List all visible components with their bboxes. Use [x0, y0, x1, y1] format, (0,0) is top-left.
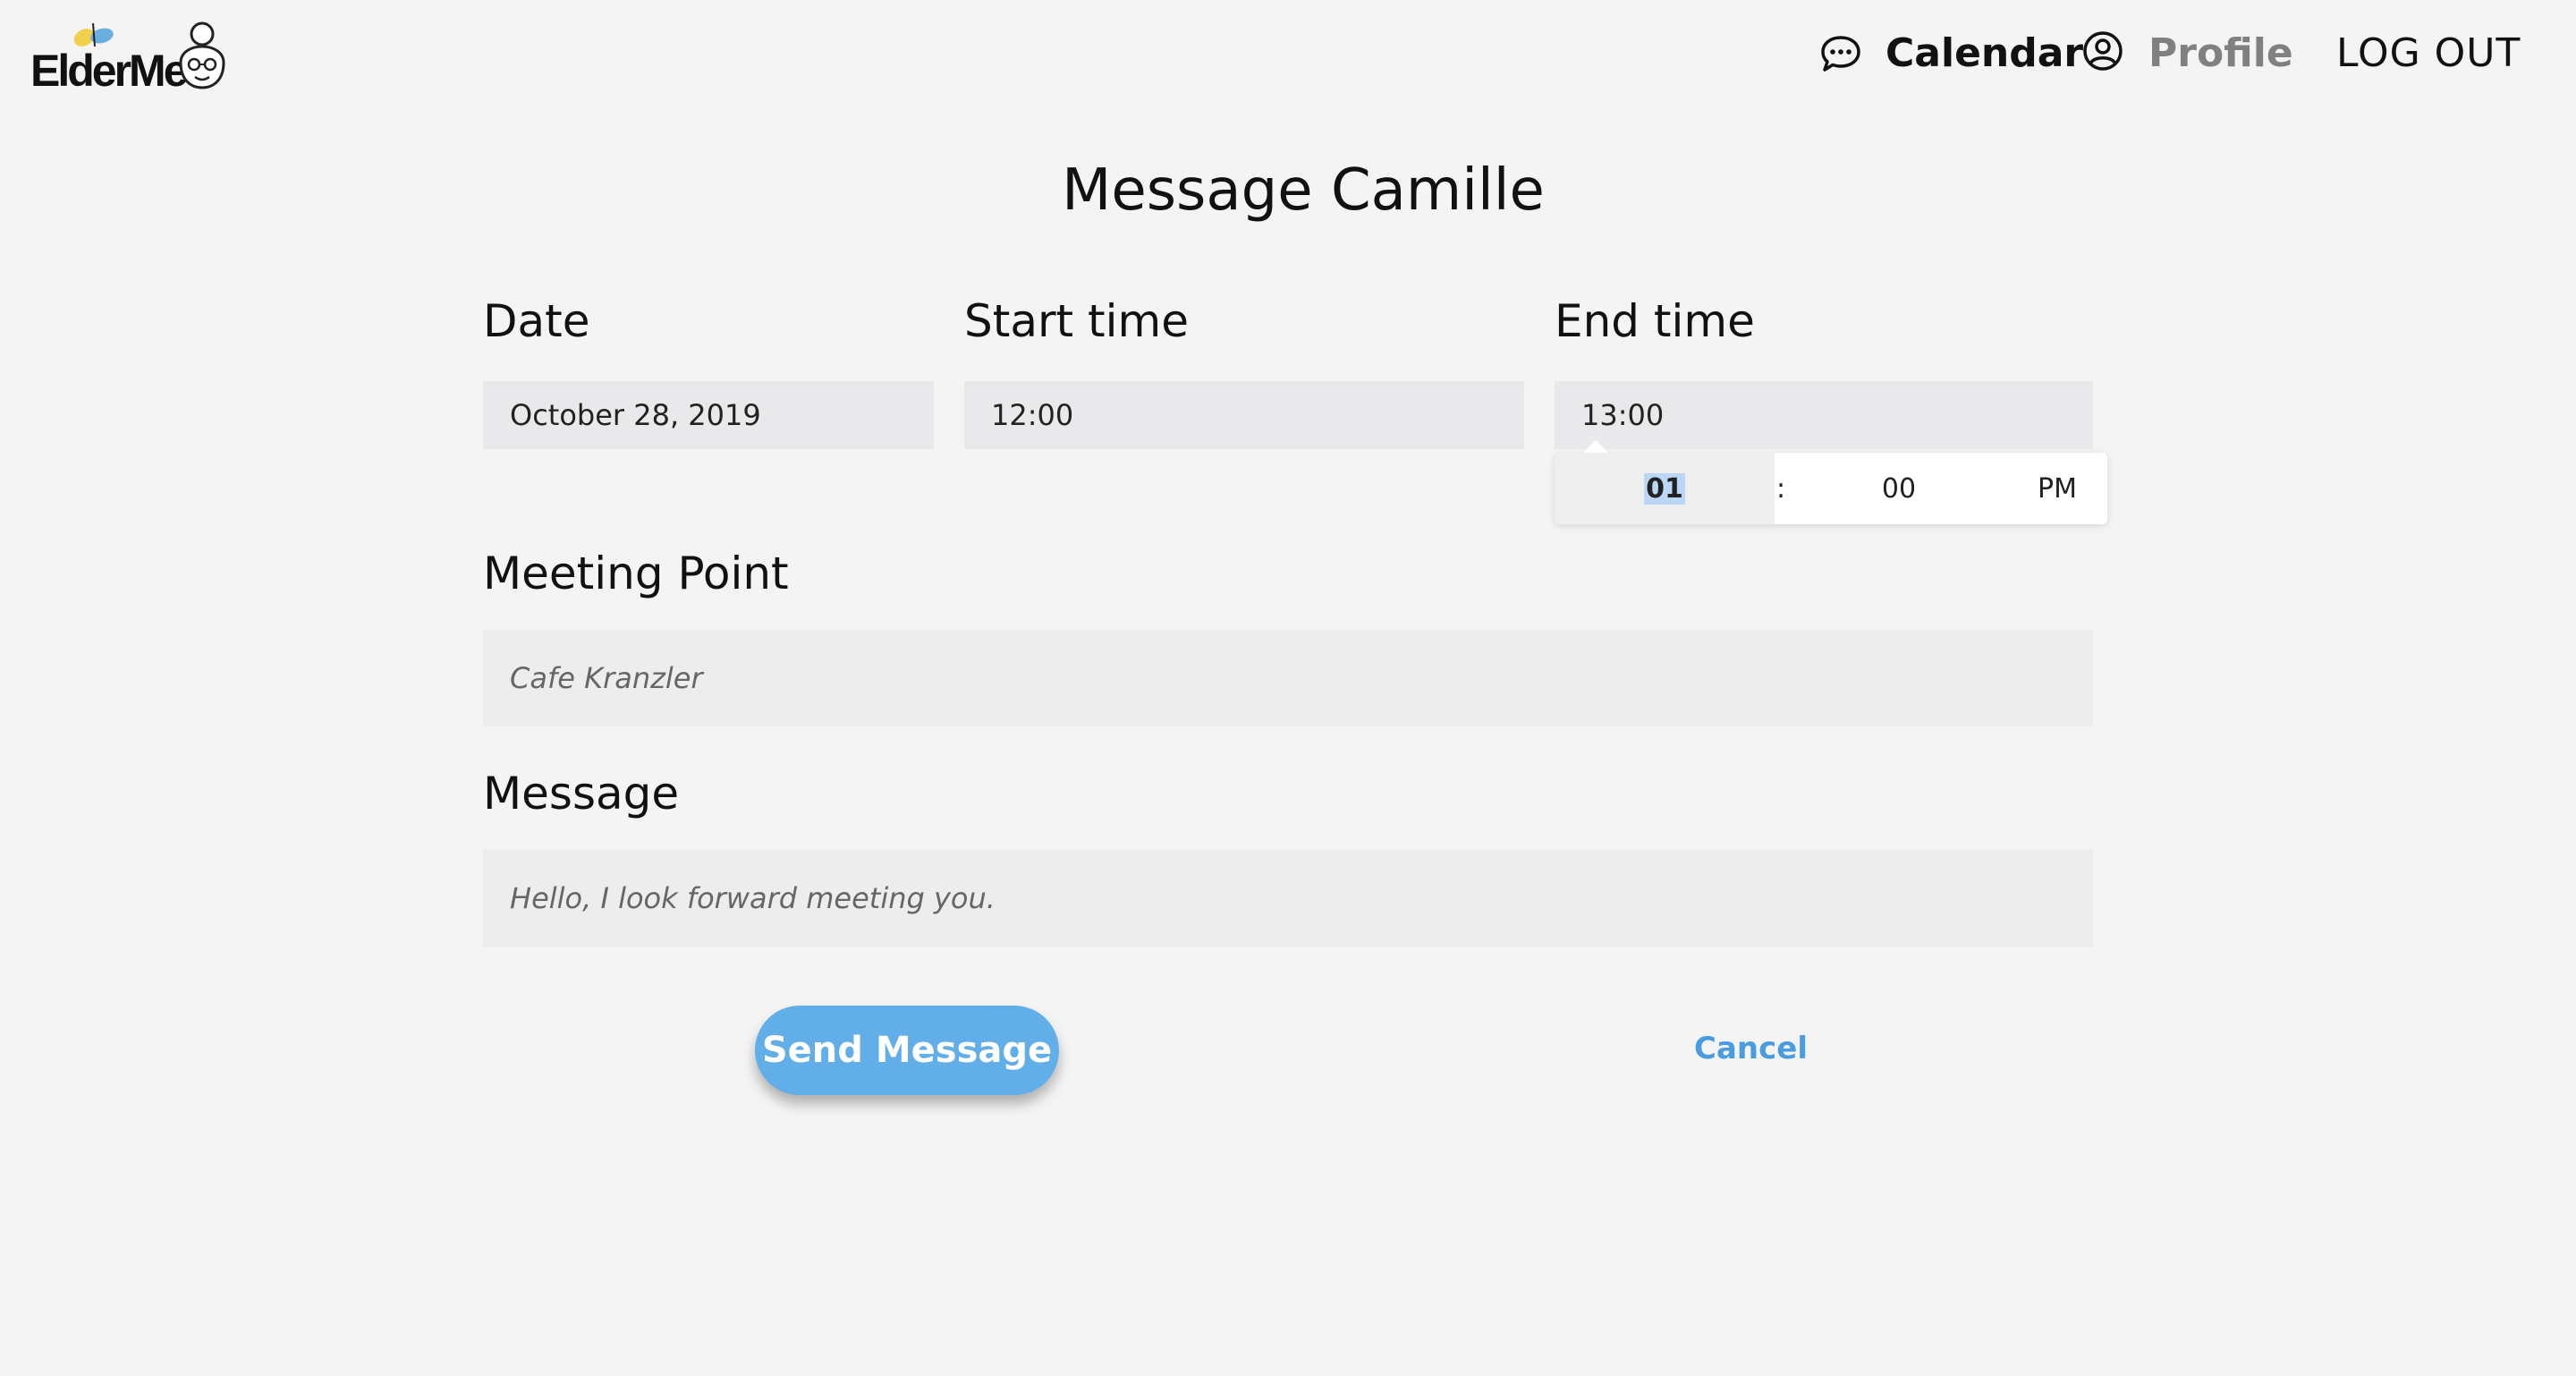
message-label: Message: [483, 768, 680, 820]
meeting-point-label: Meeting Point: [483, 548, 789, 599]
date-input[interactable]: October 28, 2019: [483, 381, 934, 449]
meeting-point-input[interactable]: Cafe Kranzler: [483, 630, 2093, 726]
grandma-face-icon: [179, 21, 225, 89]
end-time-label: End time: [1555, 295, 1755, 347]
send-message-button[interactable]: Send Message: [755, 1006, 1059, 1095]
logo-text: ElderMe: [30, 46, 189, 96]
picker-hour-value: 01: [1644, 472, 1685, 505]
user-circle-icon[interactable]: [2082, 30, 2123, 72]
chat-bubble-icon[interactable]: [1819, 34, 1862, 75]
picker-separator: :: [1775, 472, 1786, 505]
end-time-input[interactable]: 13:00: [1555, 381, 2093, 449]
logout-button[interactable]: LOG OUT: [2336, 27, 2521, 81]
picker-hour-field[interactable]: 01: [1555, 453, 1775, 524]
page-title: Message Camille: [1062, 157, 1545, 224]
start-time-label: Start time: [964, 295, 1190, 347]
message-input[interactable]: Hello, I look forward meeting you.: [483, 850, 2093, 947]
picker-period-field[interactable]: PM: [2011, 473, 2104, 505]
cancel-link[interactable]: Cancel: [1694, 1031, 1808, 1066]
picker-minute-field[interactable]: 00: [1787, 473, 2011, 505]
nav-calendar-link[interactable]: Calendar: [1885, 27, 2083, 81]
page: ElderMe Calendar Profile LOG OUT Message…: [0, 0, 2576, 1376]
time-picker-popup: 01 : 00 PM: [1555, 439, 2107, 524]
start-time-input[interactable]: 12:00: [964, 381, 1524, 449]
date-label: Date: [483, 295, 590, 347]
eldermme-logo[interactable]: ElderMe: [30, 20, 236, 96]
nav-profile-link[interactable]: Profile: [2148, 27, 2293, 81]
